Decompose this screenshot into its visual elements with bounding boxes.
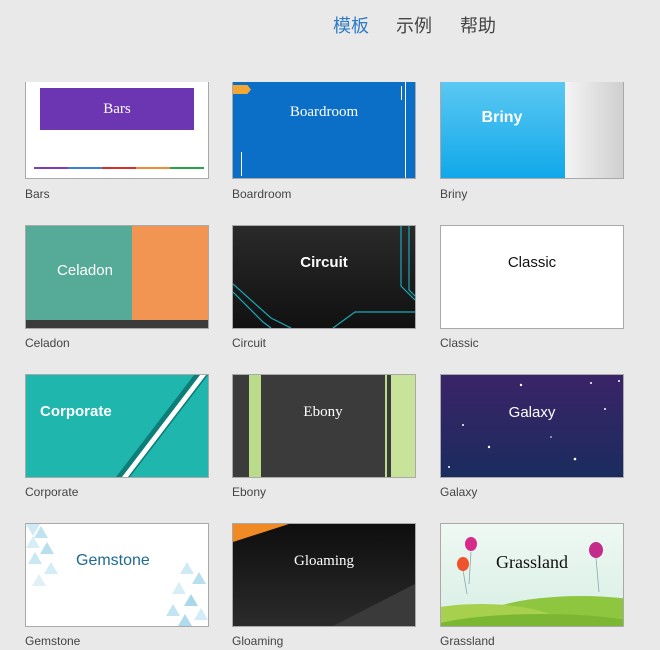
stripe-right bbox=[391, 375, 415, 477]
template-caption: Circuit bbox=[232, 336, 267, 350]
template-thumbnail[interactable]: Briny bbox=[440, 82, 624, 179]
template-caption: Celadon bbox=[25, 336, 70, 350]
template-caption: Bars bbox=[25, 187, 50, 201]
accent-flag bbox=[233, 85, 251, 94]
circuit-lines bbox=[233, 226, 415, 328]
slide-title: Celadon bbox=[57, 262, 113, 279]
triangle-pattern bbox=[26, 524, 208, 626]
template-thumbnail[interactable]: Circuit bbox=[232, 225, 416, 329]
template-thumbnail[interactable]: Corporate bbox=[25, 374, 209, 478]
deco-line bbox=[401, 86, 402, 100]
slide-title: Gloaming bbox=[294, 553, 354, 569]
slide-title: Boardroom bbox=[289, 104, 359, 120]
template-thumbnail[interactable]: Grassland bbox=[440, 523, 624, 627]
grassland-scene bbox=[441, 537, 623, 626]
template-thumbnail[interactable]: Galaxy bbox=[440, 374, 624, 478]
footer-band bbox=[26, 320, 208, 328]
template-thumbnail[interactable]: Gloaming bbox=[232, 523, 416, 627]
tab-help[interactable]: 帮助 bbox=[460, 12, 496, 38]
slide-title: Classic bbox=[507, 254, 557, 271]
template-caption: Ebony bbox=[232, 485, 267, 499]
template-thumbnail[interactable]: Celadon bbox=[25, 225, 209, 329]
slide-title: Galaxy bbox=[508, 404, 556, 421]
template-caption: Boardroom bbox=[232, 187, 292, 201]
template-caption: Corporate bbox=[25, 485, 79, 499]
template-caption: Classic bbox=[440, 336, 479, 350]
gloaming-shapes bbox=[233, 524, 415, 626]
diagonal-stripes bbox=[116, 375, 208, 477]
slide-title: Bars bbox=[103, 101, 131, 117]
bar-stripe bbox=[68, 167, 102, 169]
tab-templates[interactable]: 模板 bbox=[333, 12, 369, 38]
tab-bar: 模板 示例 帮助 bbox=[0, 12, 660, 42]
bar-stripe bbox=[102, 167, 136, 169]
template-thumbnail[interactable]: Boardroom bbox=[232, 82, 416, 179]
bar-stripe bbox=[34, 167, 68, 169]
slide-title: Gemstone bbox=[76, 552, 150, 569]
slide-title: Grassland bbox=[496, 552, 568, 572]
side-panel bbox=[565, 82, 623, 178]
star-field bbox=[448, 380, 620, 468]
bar-stripe bbox=[136, 167, 170, 169]
template-caption: Gloaming bbox=[232, 634, 284, 648]
template-thumbnail[interactable]: Gemstone bbox=[25, 523, 209, 627]
slide-title: Circuit bbox=[300, 254, 348, 271]
slide-title: Ebony bbox=[303, 404, 343, 420]
template-caption: Briny bbox=[440, 187, 468, 201]
template-caption: Grassland bbox=[440, 634, 495, 648]
stripe-thin bbox=[385, 375, 387, 477]
template-caption: Galaxy bbox=[440, 485, 478, 499]
bar-stripe bbox=[170, 167, 204, 169]
stripe-left bbox=[249, 375, 261, 477]
deco-line bbox=[405, 82, 406, 178]
template-thumbnail[interactable]: Ebony bbox=[232, 374, 416, 478]
template-caption: Gemstone bbox=[25, 634, 81, 648]
deco-line bbox=[241, 152, 242, 176]
tab-examples[interactable]: 示例 bbox=[396, 12, 432, 38]
template-thumbnail[interactable]: Classic bbox=[440, 225, 624, 329]
slide-title: Briny bbox=[481, 109, 523, 126]
slide-title: Corporate bbox=[40, 403, 112, 420]
template-thumbnail[interactable]: Bars bbox=[25, 82, 209, 179]
